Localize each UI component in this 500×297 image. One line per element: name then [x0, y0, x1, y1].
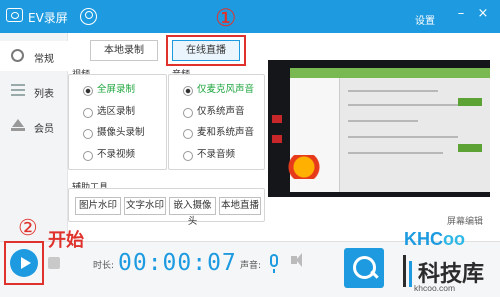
- microphone-icon[interactable]: [270, 254, 278, 273]
- preview-text-line: [348, 136, 458, 138]
- settings-button[interactable]: 设置: [415, 12, 435, 27]
- app-logo-icon: [6, 8, 23, 22]
- option-region-record[interactable]: 选区录制: [83, 105, 135, 119]
- option-fullscreen-record[interactable]: 全屏录制: [83, 83, 135, 97]
- sidebar-item-label: 列表: [34, 89, 54, 100]
- preview-desktop-icon: [272, 135, 282, 143]
- sidebar-item-general[interactable]: 常规: [0, 41, 68, 71]
- annotation-start-text: 开始: [48, 230, 84, 251]
- gear-icon: [11, 49, 24, 62]
- preview-titlebar: [290, 68, 490, 78]
- duration-label: 时长:: [93, 261, 115, 271]
- preview-sticker: [286, 155, 322, 179]
- preview-green-button: [458, 98, 482, 106]
- video-options-group: 全屏录制 选区录制 摄像头录制 不录视频: [68, 74, 167, 170]
- user-account-icon[interactable]: [80, 8, 97, 25]
- minimize-button[interactable]: –: [454, 6, 468, 21]
- volume-label: 声音:: [240, 261, 262, 271]
- site-watermark-logo: KHCoo: [404, 229, 465, 250]
- sidebar-item-label: 会员: [34, 124, 54, 135]
- annotation-highlight-start: [4, 241, 44, 285]
- option-mic-only[interactable]: 仅麦克风声音: [183, 83, 254, 97]
- option-no-audio[interactable]: 不录音频: [183, 148, 235, 162]
- watermark-site-url: khcoo.com: [414, 283, 456, 293]
- annotation-highlight-live: [166, 35, 246, 66]
- image-watermark-button[interactable]: 图片水印: [75, 197, 121, 215]
- tab-local-record[interactable]: 本地录制: [90, 40, 158, 61]
- audio-options-group: 仅麦克风声音 仅系统声音 麦和系统声音 不录音频: [168, 74, 265, 170]
- stop-record-button[interactable]: [48, 257, 60, 269]
- sidebar: 常规 列表 会员: [0, 33, 68, 241]
- close-button[interactable]: ×: [476, 6, 490, 21]
- preview-text-line: [348, 152, 443, 154]
- annotation-step-one: ①: [215, 4, 237, 32]
- text-watermark-button[interactable]: 文字水印: [124, 197, 166, 215]
- local-stream-button[interactable]: 本地直播: [219, 197, 261, 215]
- screen-edit-link[interactable]: 屏幕编辑: [447, 214, 483, 227]
- crown-icon: [11, 119, 25, 131]
- preview-desktop-icon: [272, 115, 282, 123]
- option-system-only[interactable]: 仅系统声音: [183, 105, 245, 119]
- preview-text-line: [348, 104, 468, 106]
- screen-preview[interactable]: [268, 60, 490, 197]
- option-mic-and-system[interactable]: 麦和系统声音: [183, 126, 254, 140]
- record-timer: 00:00:07: [118, 250, 237, 276]
- ev-recorder-window: EV录屏 设置 – × 常规 列表 会员 本地录制 在线直播 ① 视频 全屏录制…: [0, 0, 500, 297]
- watermark-logo-prefix: KHC: [404, 229, 443, 249]
- preview-text-line: [348, 120, 418, 122]
- list-icon: [11, 84, 25, 96]
- preview-green-button: [458, 144, 482, 152]
- sidebar-item-list[interactable]: 列表: [0, 76, 68, 106]
- app-title: EV录屏: [28, 11, 68, 25]
- embed-camera-button[interactable]: 嵌入摄像头: [169, 197, 216, 227]
- option-camera-record[interactable]: 摄像头录制: [83, 126, 145, 140]
- speaker-icon[interactable]: [291, 253, 302, 267]
- option-no-video[interactable]: 不录视频: [83, 148, 135, 162]
- annotation-step-two: ②: [18, 216, 38, 241]
- preview-text-line: [348, 90, 438, 92]
- open-files-button[interactable]: [344, 248, 384, 288]
- watermark-logo-suffix: oo: [443, 229, 465, 249]
- sidebar-item-label: 常规: [34, 54, 54, 65]
- title-bar: EV录屏 设置 – ×: [0, 0, 500, 33]
- sidebar-item-member[interactable]: 会员: [0, 111, 68, 141]
